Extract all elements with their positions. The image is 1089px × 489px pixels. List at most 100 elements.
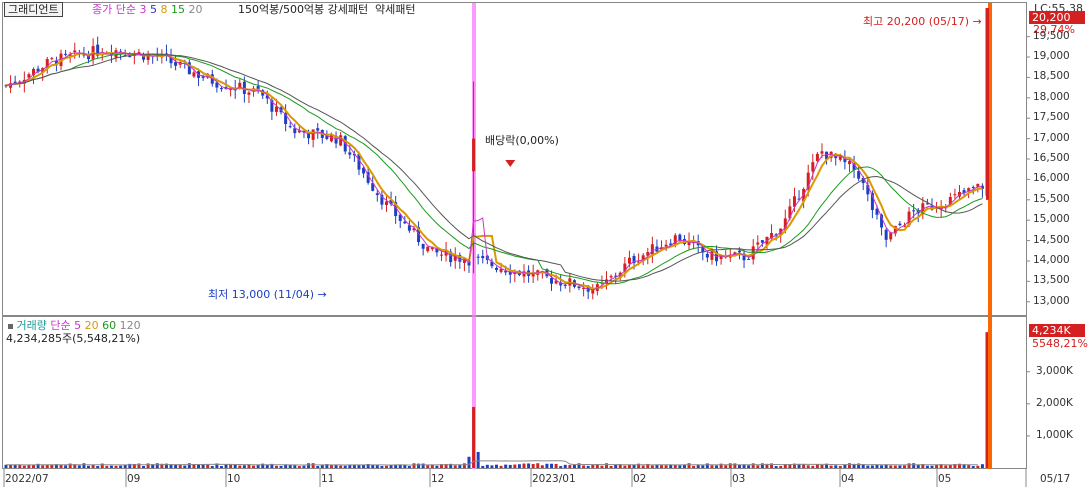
volume-bar	[728, 463, 732, 468]
volume-bar	[880, 465, 884, 468]
volume-bar	[256, 465, 260, 468]
candle-body	[311, 129, 315, 140]
candle-body	[650, 244, 654, 255]
candle-body	[664, 244, 668, 247]
volume-bar	[605, 463, 609, 468]
candle-body	[710, 251, 714, 260]
candle-body	[499, 269, 503, 272]
volume-bar	[838, 466, 842, 468]
volume-ma-line	[6, 460, 978, 466]
candle-body	[348, 152, 352, 155]
volume-bar	[105, 465, 109, 468]
volume-bar	[252, 465, 256, 468]
volume-bar	[472, 407, 476, 468]
volume-bar	[829, 465, 833, 468]
volume-bar	[187, 463, 191, 468]
candle-body	[815, 153, 819, 161]
candle-body	[550, 278, 553, 284]
candle-body	[756, 242, 760, 245]
volume-bar	[815, 464, 819, 468]
volume-bar	[641, 465, 645, 468]
volume-bar	[210, 465, 214, 468]
candle-body	[609, 276, 613, 278]
volume-bar	[485, 464, 489, 468]
volume-bar	[265, 464, 269, 468]
candle-body	[192, 72, 196, 77]
dividend-marker-icon	[505, 160, 516, 167]
candle-body	[495, 267, 498, 270]
ma-line-20	[5, 53, 983, 282]
volume-bar	[774, 466, 778, 468]
volume-bar	[609, 466, 613, 468]
volume-bar	[733, 463, 737, 468]
volume-bar	[302, 465, 306, 468]
volume-bar	[930, 465, 934, 468]
candlestick-chart[interactable]	[0, 0, 1089, 489]
volume-bar	[889, 465, 893, 468]
volume-bar	[664, 465, 668, 468]
candle-body	[737, 250, 741, 253]
volume-bar	[586, 465, 590, 468]
volume-bar	[623, 465, 627, 468]
volume-bar	[600, 465, 604, 468]
candle-body	[73, 50, 77, 53]
candle-body	[288, 126, 292, 128]
volume-bar	[527, 463, 531, 468]
volume-bar	[710, 465, 714, 468]
candle-body	[760, 240, 764, 243]
volume-bar	[550, 463, 553, 468]
volume-bar	[155, 463, 159, 468]
volume-bar	[389, 465, 393, 468]
volume-bar	[490, 465, 494, 468]
volume-bar	[142, 465, 146, 468]
volume-bar	[779, 465, 783, 468]
candle-body	[440, 254, 443, 256]
volume-bar	[870, 465, 874, 468]
volume-bar	[146, 463, 150, 468]
volume-bar	[944, 465, 948, 468]
volume-bar	[687, 463, 691, 468]
volume-bar	[206, 464, 210, 468]
volume-bar	[375, 465, 379, 468]
volume-bar	[513, 464, 517, 468]
volume-bar	[715, 465, 719, 468]
volume-bar	[87, 465, 91, 468]
candle-body	[563, 284, 567, 286]
candle-body	[426, 246, 430, 252]
volume-bar	[980, 464, 984, 468]
volume-bar	[696, 465, 700, 468]
volume-bar	[320, 465, 324, 468]
candle-body	[421, 243, 425, 249]
volume-bar	[274, 465, 278, 468]
candle-body	[820, 151, 824, 154]
volume-bar	[660, 465, 664, 468]
volume-bar	[316, 466, 320, 468]
volume-bar	[898, 465, 902, 468]
volume-bar	[756, 465, 760, 468]
volume-bar	[563, 464, 567, 468]
volume-bar	[481, 465, 485, 468]
volume-bar	[407, 466, 411, 468]
volume-bar	[384, 465, 388, 468]
volume-bar	[82, 463, 86, 468]
volume-bar	[747, 465, 751, 468]
volume-bar	[847, 463, 851, 468]
volume-bar	[724, 465, 728, 468]
volume-bar	[650, 465, 654, 468]
volume-bar	[462, 463, 466, 468]
volume-bar	[540, 465, 544, 468]
volume-bar	[568, 465, 572, 468]
volume-bar	[219, 465, 223, 468]
candle-body	[316, 128, 320, 131]
volume-bar	[307, 463, 311, 468]
volume-bar	[536, 463, 540, 468]
volume-bar	[329, 465, 333, 468]
volume-bar	[737, 464, 741, 468]
candle-body	[847, 161, 851, 165]
volume-bar	[183, 465, 187, 468]
candle-body	[375, 193, 379, 196]
volume-bar	[806, 465, 810, 468]
volume-bar	[435, 465, 439, 468]
volume-bar	[380, 466, 384, 468]
volume-bar	[233, 464, 237, 468]
